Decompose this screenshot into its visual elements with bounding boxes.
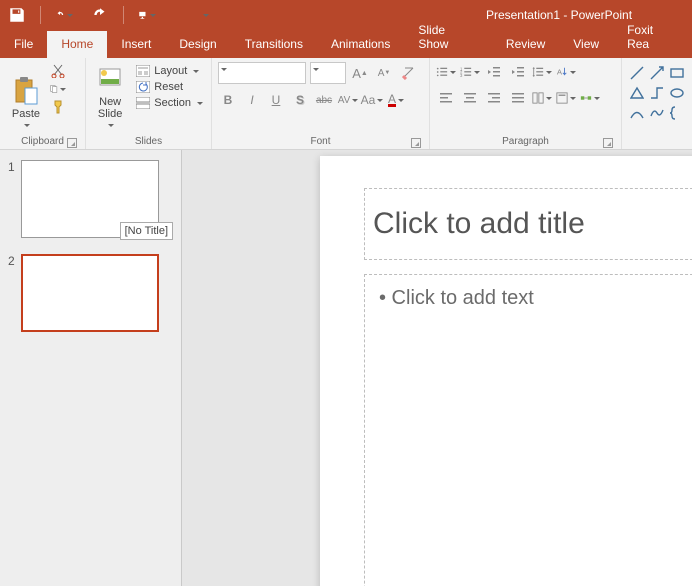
tab-transitions[interactable]: Transitions	[231, 31, 317, 58]
bold-icon[interactable]: B	[218, 90, 238, 110]
svg-text:A: A	[557, 68, 563, 77]
save-icon[interactable]	[8, 6, 26, 24]
char-spacing-icon[interactable]: AV	[338, 90, 358, 110]
ribbon: Paste Clipboard New Slide Layout Reset S…	[0, 58, 692, 150]
content-placeholder[interactable]: • Click to add text	[364, 274, 692, 586]
change-case-icon[interactable]: Aa	[362, 90, 382, 110]
shape-rect-icon[interactable]	[668, 64, 686, 82]
align-left-icon[interactable]	[436, 88, 456, 108]
thumbnail-1-row: 1 [No Title]	[8, 160, 173, 238]
thumbnail-number: 1	[8, 160, 15, 174]
group-slides: New Slide Layout Reset Section Slides	[86, 58, 212, 149]
paragraph-group-label: Paragraph	[502, 136, 549, 147]
shapes-gallery[interactable]	[628, 62, 686, 122]
shape-elbow-icon[interactable]	[648, 84, 666, 102]
font-color-icon[interactable]: A	[386, 90, 406, 110]
layout-label: Layout	[154, 65, 187, 77]
tab-file[interactable]: File	[0, 31, 47, 58]
decrease-indent-icon[interactable]	[484, 62, 504, 82]
clipboard-launcher[interactable]	[67, 138, 77, 148]
smartart-icon[interactable]	[580, 88, 600, 108]
align-center-icon[interactable]	[460, 88, 480, 108]
title-placeholder-text: Click to add title	[373, 207, 585, 241]
tab-animations[interactable]: Animations	[317, 31, 404, 58]
shape-brace-icon[interactable]	[668, 104, 686, 122]
format-painter-icon[interactable]	[50, 99, 66, 115]
section-button[interactable]: Section	[134, 96, 205, 110]
tab-home[interactable]: Home	[47, 31, 107, 58]
tab-foxit[interactable]: Foxit Rea	[613, 17, 692, 58]
align-right-icon[interactable]	[484, 88, 504, 108]
undo-icon[interactable]	[55, 6, 73, 24]
paste-button[interactable]: Paste	[6, 62, 46, 128]
font-launcher[interactable]	[411, 138, 421, 148]
body-placeholder-text: • Click to add text	[379, 287, 534, 309]
tab-insert[interactable]: Insert	[107, 31, 165, 58]
thumbnail-2[interactable]	[21, 254, 159, 332]
reset-button[interactable]: Reset	[134, 80, 205, 94]
text-shadow-icon[interactable]: S	[290, 90, 310, 110]
new-slide-label: New Slide	[98, 96, 122, 120]
thumbnail-tooltip: [No Title]	[120, 222, 173, 240]
clipboard-group-label: Clipboard	[21, 136, 64, 147]
increase-font-icon[interactable]: A▲	[350, 63, 370, 83]
workspace: 1 [No Title] 2 Click to add title • Clic…	[0, 150, 692, 586]
tab-review[interactable]: Review	[492, 31, 559, 58]
copy-icon[interactable]	[50, 81, 66, 97]
group-drawing	[622, 58, 692, 149]
numbering-icon[interactable]: 123	[460, 62, 480, 82]
thumbnail-number: 2	[8, 254, 15, 268]
start-from-beginning-icon[interactable]	[138, 6, 156, 24]
font-color-label: A	[388, 94, 396, 107]
cut-icon[interactable]	[50, 63, 66, 79]
quick-access-toolbar	[8, 6, 214, 24]
columns-icon[interactable]	[532, 88, 552, 108]
new-slide-button[interactable]: New Slide	[92, 62, 128, 128]
underline-icon[interactable]: U	[266, 90, 286, 110]
thumbnail-2-row: 2	[8, 254, 173, 332]
shape-freeform-icon[interactable]	[648, 104, 666, 122]
font-size-select[interactable]	[310, 62, 346, 84]
clear-format-icon[interactable]	[398, 63, 418, 83]
group-font: A▲ A▼ B I U S abc AV Aa A Font	[212, 58, 430, 149]
ribbon-tabs: File Home Insert Design Transitions Anim…	[0, 30, 692, 58]
text-direction-icon[interactable]: A	[556, 62, 576, 82]
title-placeholder[interactable]: Click to add title	[364, 188, 692, 260]
decrease-font-icon[interactable]: A▼	[374, 63, 394, 83]
group-clipboard: Paste Clipboard	[0, 58, 86, 149]
svg-text:3: 3	[460, 73, 463, 78]
justify-icon[interactable]	[508, 88, 528, 108]
tab-design[interactable]: Design	[165, 31, 230, 58]
spacing-label: AV	[338, 95, 351, 106]
line-spacing-icon[interactable]	[532, 62, 552, 82]
italic-icon[interactable]: I	[242, 90, 262, 110]
strikethrough-icon[interactable]: abc	[314, 90, 334, 110]
paste-label: Paste	[12, 108, 40, 120]
title-bar: Presentation1 - PowerPoint	[0, 0, 692, 30]
bullets-icon[interactable]	[436, 62, 456, 82]
tab-view[interactable]: View	[559, 31, 613, 58]
shape-arrow-icon[interactable]	[648, 64, 666, 82]
shape-oval-icon[interactable]	[668, 84, 686, 102]
section-label: Section	[154, 97, 191, 109]
group-paragraph: 123 A Paragraph	[430, 58, 622, 149]
shape-curve-icon[interactable]	[628, 104, 646, 122]
shape-triangle-icon[interactable]	[628, 84, 646, 102]
shape-line-icon[interactable]	[628, 64, 646, 82]
slides-group-label: Slides	[135, 136, 162, 147]
font-group-label: Font	[310, 136, 330, 147]
qat-customize-icon[interactable]	[196, 6, 214, 24]
paragraph-launcher[interactable]	[603, 138, 613, 148]
tab-slideshow[interactable]: Slide Show	[404, 17, 492, 58]
slide-canvas[interactable]: Click to add title • Click to add text	[182, 150, 692, 586]
reset-label: Reset	[154, 81, 183, 93]
font-family-select[interactable]	[218, 62, 306, 84]
redo-icon[interactable]	[91, 6, 109, 24]
increase-indent-icon[interactable]	[508, 62, 528, 82]
slide-thumbnail-pane[interactable]: 1 [No Title] 2	[0, 150, 182, 586]
layout-button[interactable]: Layout	[134, 64, 205, 78]
align-text-icon[interactable]	[556, 88, 576, 108]
slide[interactable]: Click to add title • Click to add text	[320, 156, 692, 586]
